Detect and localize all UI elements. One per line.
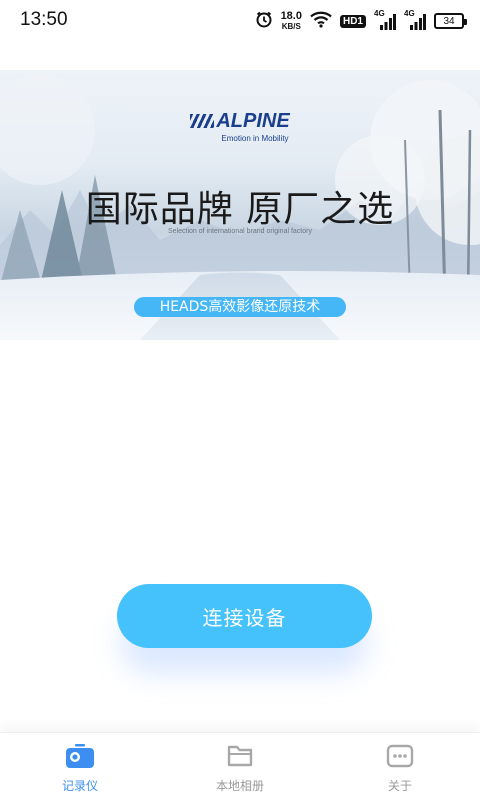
signal-icon: 4G xyxy=(404,9,426,31)
nav-label-recorder: 记录仪 xyxy=(61,779,98,793)
net-speed-value: 18.0 xyxy=(280,10,302,22)
alarm-icon xyxy=(255,10,273,32)
battery-icon: 34 xyxy=(434,13,467,29)
battery-level: 34 xyxy=(443,15,455,27)
brand-name: ALPINE xyxy=(216,110,290,132)
net-speed: 18.0 KB/S xyxy=(281,11,302,31)
brand-stripes xyxy=(190,114,215,128)
hd-icon: HD1 xyxy=(339,14,366,28)
banner-subline: Selection of international brand origina… xyxy=(168,228,312,235)
brand-tagline: Emotion in Mobility xyxy=(221,134,289,143)
tech-badge: HEADS高效影像还原技术 xyxy=(134,297,346,317)
banner-headline: 国际品牌 原厂之选 xyxy=(85,189,395,230)
nav-item-about[interactable]: 关于 xyxy=(320,733,480,800)
camera-recorder-icon xyxy=(64,741,96,771)
brand-logo: ALPINE Emotion in Mobility xyxy=(0,110,480,143)
folder-icon xyxy=(224,741,256,771)
status-icons: 18.0 KB/S HD1 4G 4G 34 xyxy=(255,9,467,33)
signal-icon: 4G xyxy=(374,9,396,31)
net-speed-unit: KB/S xyxy=(281,22,301,31)
bottom-nav: 记录仪 本地相册 关于 xyxy=(0,732,480,800)
connect-device-button[interactable]: 连接设备 xyxy=(117,584,372,648)
status-bar: 13:50 18.0 KB/S HD1 4G 4G 34 xyxy=(0,0,480,42)
promo-banner[interactable]: ALPINE Emotion in Mobility 国际品牌 原厂之选 Sel… xyxy=(0,70,480,340)
nav-label-album: 本地相册 xyxy=(215,779,264,793)
nav-item-album[interactable]: 本地相册 xyxy=(160,733,320,800)
nav-item-recorder[interactable]: 记录仪 xyxy=(0,733,160,800)
nav-label-about: 关于 xyxy=(387,779,412,793)
message-icon xyxy=(384,741,416,771)
connect-area: 连接设备 xyxy=(117,584,372,674)
wifi-icon xyxy=(310,10,332,32)
status-time: 13:50 xyxy=(20,9,68,30)
